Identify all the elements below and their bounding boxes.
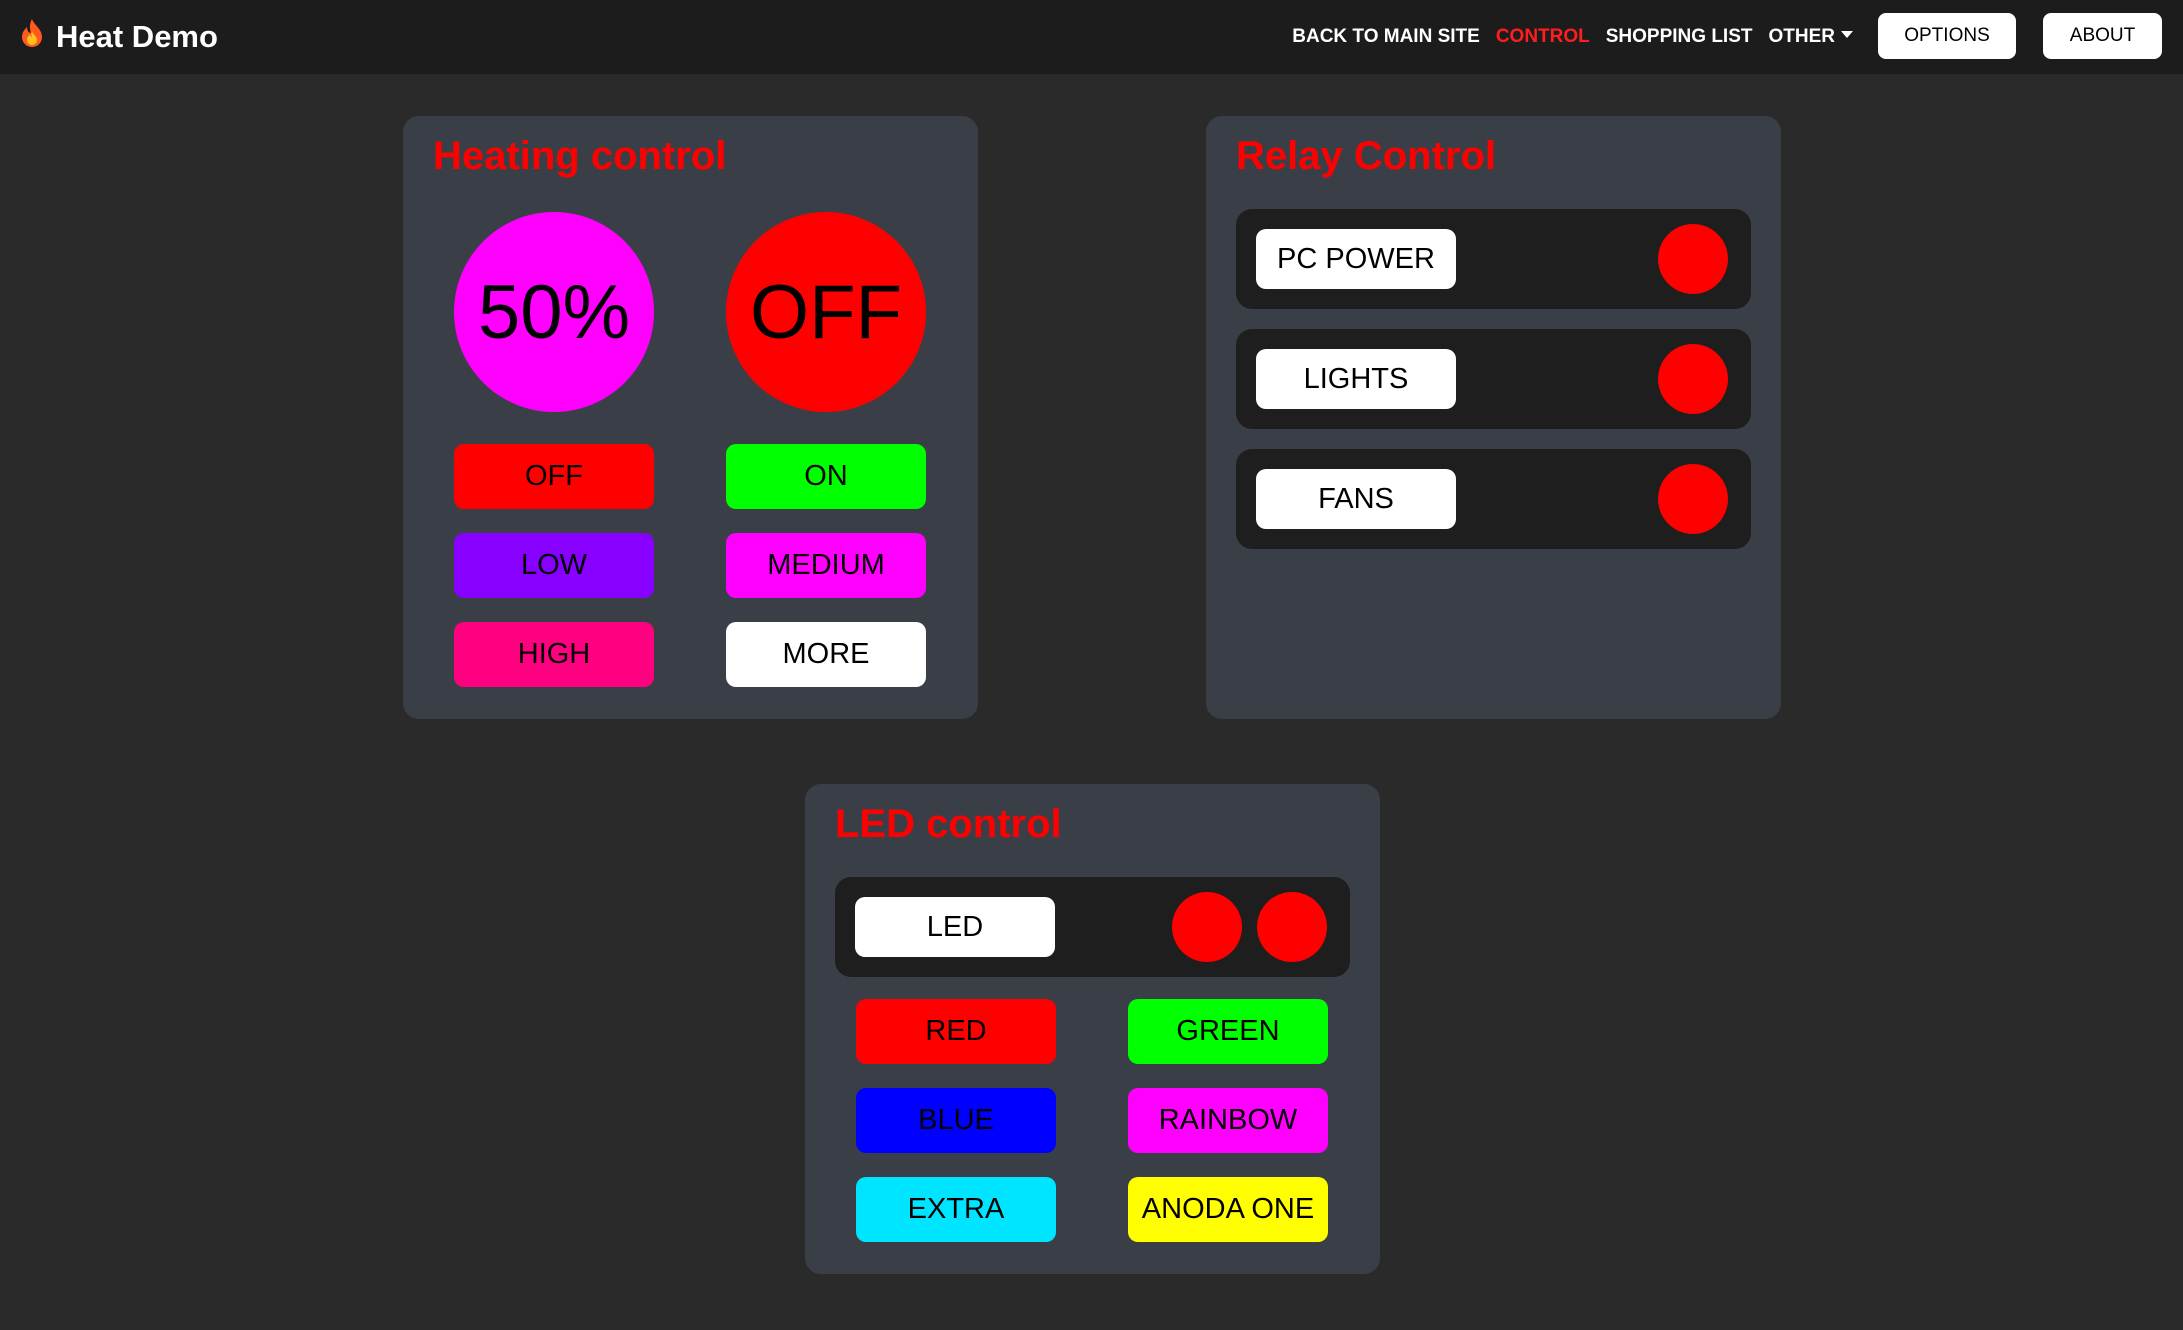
caret-down-icon <box>1841 31 1853 38</box>
relay-row-fans: FANS <box>1236 449 1751 549</box>
flame-icon <box>16 17 48 57</box>
relay-row-pc-power: PC POWER <box>1236 209 1751 309</box>
nav-dropdown-other[interactable]: OTHER <box>1768 26 1853 48</box>
about-button[interactable]: ABOUT <box>2043 13 2162 59</box>
heating-state-display: OFF <box>726 212 926 412</box>
heating-on-button[interactable]: ON <box>726 444 926 509</box>
heating-medium-button[interactable]: MEDIUM <box>726 533 926 598</box>
led-indicator-2[interactable] <box>1257 892 1327 962</box>
relay-lights-button[interactable]: LIGHTS <box>1256 349 1456 409</box>
heating-title: Heating control <box>433 134 727 178</box>
nav-links: BACK TO MAIN SITE CONTROL SHOPPING LIST … <box>1292 0 1853 74</box>
nav-dropdown-other-label: OTHER <box>1768 26 1836 47</box>
relay-fans-button[interactable]: FANS <box>1256 469 1456 529</box>
led-card: LED control LED RED GREEN BLUE RAINBOW E… <box>805 784 1380 1274</box>
relay-card: Relay Control PC POWER LIGHTS FANS <box>1206 116 1781 719</box>
relay-pc-power-button[interactable]: PC POWER <box>1256 229 1456 289</box>
led-title: LED control <box>835 802 1062 846</box>
led-green-button[interactable]: GREEN <box>1128 999 1328 1064</box>
brand-name: Heat Demo <box>56 19 218 54</box>
relay-title: Relay Control <box>1236 134 1497 178</box>
nav-link-control[interactable]: CONTROL <box>1496 26 1590 48</box>
led-anoda-one-button[interactable]: ANODA ONE <box>1128 1177 1328 1242</box>
led-toggle-button[interactable]: LED <box>855 897 1055 957</box>
led-indicator-1[interactable] <box>1172 892 1242 962</box>
heating-high-button[interactable]: HIGH <box>454 622 654 687</box>
led-red-button[interactable]: RED <box>856 999 1056 1064</box>
nav-link-main-site[interactable]: BACK TO MAIN SITE <box>1292 26 1480 48</box>
led-rainbow-button[interactable]: RAINBOW <box>1128 1088 1328 1153</box>
brand[interactable]: Heat Demo <box>16 0 218 74</box>
led-toggle-row: LED <box>835 877 1350 977</box>
relay-row-lights: LIGHTS <box>1236 329 1751 429</box>
heating-more-button[interactable]: MORE <box>726 622 926 687</box>
relay-fans-indicator[interactable] <box>1658 464 1728 534</box>
relay-pc-power-indicator[interactable] <box>1658 224 1728 294</box>
navbar: Heat Demo BACK TO MAIN SITE CONTROL SHOP… <box>0 0 2183 74</box>
led-extra-button[interactable]: EXTRA <box>856 1177 1056 1242</box>
options-button[interactable]: OPTIONS <box>1878 13 2016 59</box>
nav-link-shopping-list[interactable]: SHOPPING LIST <box>1606 26 1753 48</box>
heating-level-display: 50% <box>454 212 654 412</box>
heating-low-button[interactable]: LOW <box>454 533 654 598</box>
relay-lights-indicator[interactable] <box>1658 344 1728 414</box>
led-blue-button[interactable]: BLUE <box>856 1088 1056 1153</box>
heating-off-button[interactable]: OFF <box>454 444 654 509</box>
heating-card: Heating control 50% OFF OFF ON LOW MEDIU… <box>403 116 978 719</box>
